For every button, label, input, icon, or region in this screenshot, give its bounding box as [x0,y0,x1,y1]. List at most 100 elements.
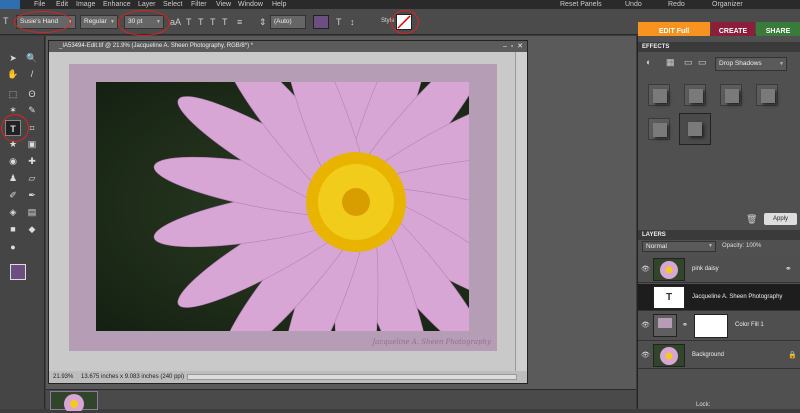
marquee-tool-icon[interactable]: ⬚ [5,86,21,102]
redo-button[interactable]: Redo [668,0,685,9]
zoom-tool-icon[interactable]: 🔍 [24,50,40,66]
blend-mode-select[interactable]: Normal ▼ [642,241,716,252]
layer-row-selected[interactable]: T Jacqueline A. Sheen Photography [638,284,800,311]
lock-icon: 🔒 [788,352,797,359]
quick-selection-tool-icon[interactable]: ✎ [24,102,40,118]
vertical-scrollbar[interactable] [515,52,527,372]
chevron-down-icon: ▼ [779,61,784,67]
effect-thumbnail[interactable] [720,84,742,106]
eye-icon[interactable]: 👁 [641,321,650,329]
eye-icon[interactable]: 👁 [641,265,650,273]
color-fill-swatch [658,318,672,328]
strikethrough-icon[interactable]: T [222,16,228,28]
gradient-tool-icon[interactable]: ▤ [24,204,40,220]
sponge-tool-icon[interactable]: ● [5,239,21,255]
menu-file[interactable]: File [34,0,45,9]
clone-stamp-tool-icon[interactable]: ♟ [5,170,21,186]
menu-window[interactable]: Window [238,0,263,9]
undo-button[interactable]: Undo [625,0,642,9]
trash-icon[interactable]: 🗑 [746,213,757,225]
document-dimensions: 13.675 inches x 9.083 inches (240 ppi) [81,374,185,380]
photo-effects-icon-2[interactable]: ▭ [698,56,707,68]
blur-tool-icon[interactable]: ◆ [24,221,40,237]
panel-bin: EFFECTS ◐ ▦ ▭ ▭ Drop Shadows ▼ 🗑 Apply LA… [637,36,800,409]
cookie-cutter-tool-icon[interactable]: ★ [5,136,21,152]
document-title: _IA53494-Edit.tif @ 21.9% (Jacqueline A.… [49,41,527,52]
layer-name: Color Fill 1 [735,322,764,328]
menu-select[interactable]: Select [163,0,182,9]
move-tool-icon[interactable]: ➤ [5,50,21,66]
horizontal-scrollbar[interactable] [187,374,517,380]
effects-category-value: Drop Shadows [719,60,762,67]
faux-italic-icon[interactable]: T [198,16,204,28]
layer-name: Jacqueline A. Sheen Photography [692,294,783,300]
menu-layer[interactable]: Layer [138,0,156,9]
eyedropper-tool-icon[interactable]: / [24,66,40,82]
maximize-icon[interactable]: ▫ [511,43,513,50]
daisy-layer-thumb-image [660,261,678,279]
mask-link-icon: ⚭ [682,322,688,329]
menu-image[interactable]: Image [76,0,95,9]
underline-icon[interactable]: T [210,16,216,28]
layer-name: Background [692,352,725,358]
filters-icon[interactable]: ◐ [646,56,651,68]
options-bar: T Susie's Hand ▼ Regular ▼ 30 pt ▼ aA T T T… [0,9,800,42]
foreground-color-swatch[interactable] [10,264,26,280]
apply-button[interactable]: Apply [764,213,797,225]
menu-view[interactable]: View [216,0,231,9]
app-logo [0,0,20,9]
project-bin [46,389,636,413]
text-orientation-icon[interactable]: ↕ [350,16,355,28]
font-style-value: Regular [84,18,107,25]
hand-tool-icon[interactable]: ✋ [5,66,21,82]
layer-thumbnail [653,258,685,281]
zoom-level[interactable]: 21.93% [53,371,73,383]
text-color-swatch[interactable] [313,15,329,29]
pink-daisy-image [153,82,469,331]
effect-thumbnail[interactable] [648,118,670,140]
menu-enhance[interactable]: Enhance [103,0,131,9]
layer-styles-icon[interactable]: ▦ [666,56,675,68]
warp-text-icon[interactable]: T [336,16,342,28]
menu-help[interactable]: Help [272,0,286,9]
effects-category-select[interactable]: Drop Shadows ▼ [715,57,787,71]
minimize-icon[interactable]: – [503,43,507,50]
type-layer-icon: T [653,286,685,309]
background-layer-thumb-image [660,347,678,365]
organizer-button[interactable]: Organizer [712,0,743,9]
opacity-label: Opacity: [722,243,745,249]
effect-thumbnail[interactable] [756,84,778,106]
menu-filter[interactable]: Filter [191,0,207,9]
brush-tool-icon[interactable]: ✐ [5,187,21,203]
project-bin-thumbnail[interactable] [50,391,98,413]
align-left-icon[interactable]: ≡ [237,16,242,28]
eye-icon[interactable]: 👁 [641,351,650,359]
shape-tool-icon[interactable]: ■ [5,221,21,237]
eraser-tool-icon[interactable]: ▱ [24,170,40,186]
reset-panels-button[interactable]: Reset Panels [560,0,602,9]
effect-thumbnail-selected[interactable] [679,113,711,145]
color-fill-mat: Jacqueline A. Sheen Photography [69,64,497,351]
layer-name: pink daisy [692,266,719,272]
opacity-value[interactable]: 100% [746,243,761,249]
menu-edit[interactable]: Edit [56,0,68,9]
type-tool-preset-icon[interactable]: T [3,15,9,27]
anti-alias-icon[interactable]: aA [170,16,181,28]
paint-bucket-tool-icon[interactable]: ◈ [5,204,21,220]
spot-healing-tool-icon[interactable]: ✚ [24,153,40,169]
effect-thumbnail[interactable] [684,84,706,106]
lasso-tool-icon[interactable]: ʘ [24,86,40,102]
layer-row[interactable]: 👁 ⚭ Color Fill 1 [638,312,800,341]
chevron-down-icon: ▼ [708,243,713,249]
effect-thumbnail[interactable] [648,84,670,106]
recompose-tool-icon[interactable]: ▣ [24,136,40,152]
faux-bold-icon[interactable]: T [186,16,192,28]
red-eye-tool-icon[interactable]: ◉ [5,153,21,169]
photo-effects-icon[interactable]: ▭ [684,56,693,68]
smart-brush-tool-icon[interactable]: ✒ [24,187,40,203]
layer-row[interactable]: 👁 pink daisy ⚭ [638,256,800,283]
font-style-select[interactable]: Regular ▼ [80,15,118,29]
leading-select[interactable]: (Auto) [270,15,306,29]
close-icon[interactable]: ✕ [517,43,523,50]
layer-row[interactable]: 👁 Background 🔒 [638,342,800,369]
